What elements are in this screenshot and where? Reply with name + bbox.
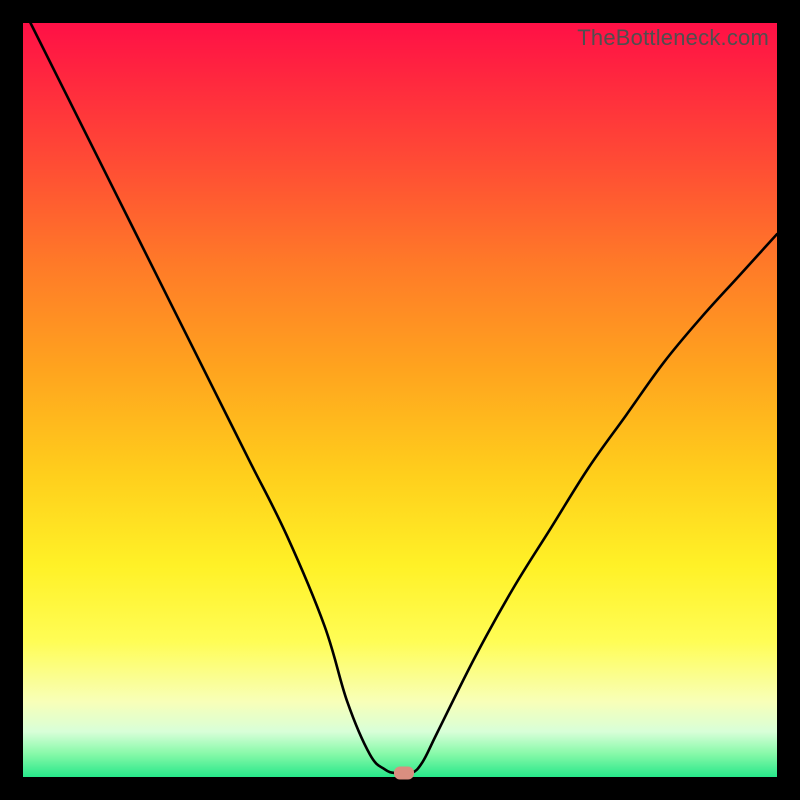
- bottleneck-curve: [23, 23, 777, 777]
- chart-plot-area: TheBottleneck.com: [23, 23, 777, 777]
- watermark-text: TheBottleneck.com: [577, 25, 769, 51]
- chart-frame: TheBottleneck.com: [0, 0, 800, 800]
- bottleneck-marker: [394, 767, 414, 780]
